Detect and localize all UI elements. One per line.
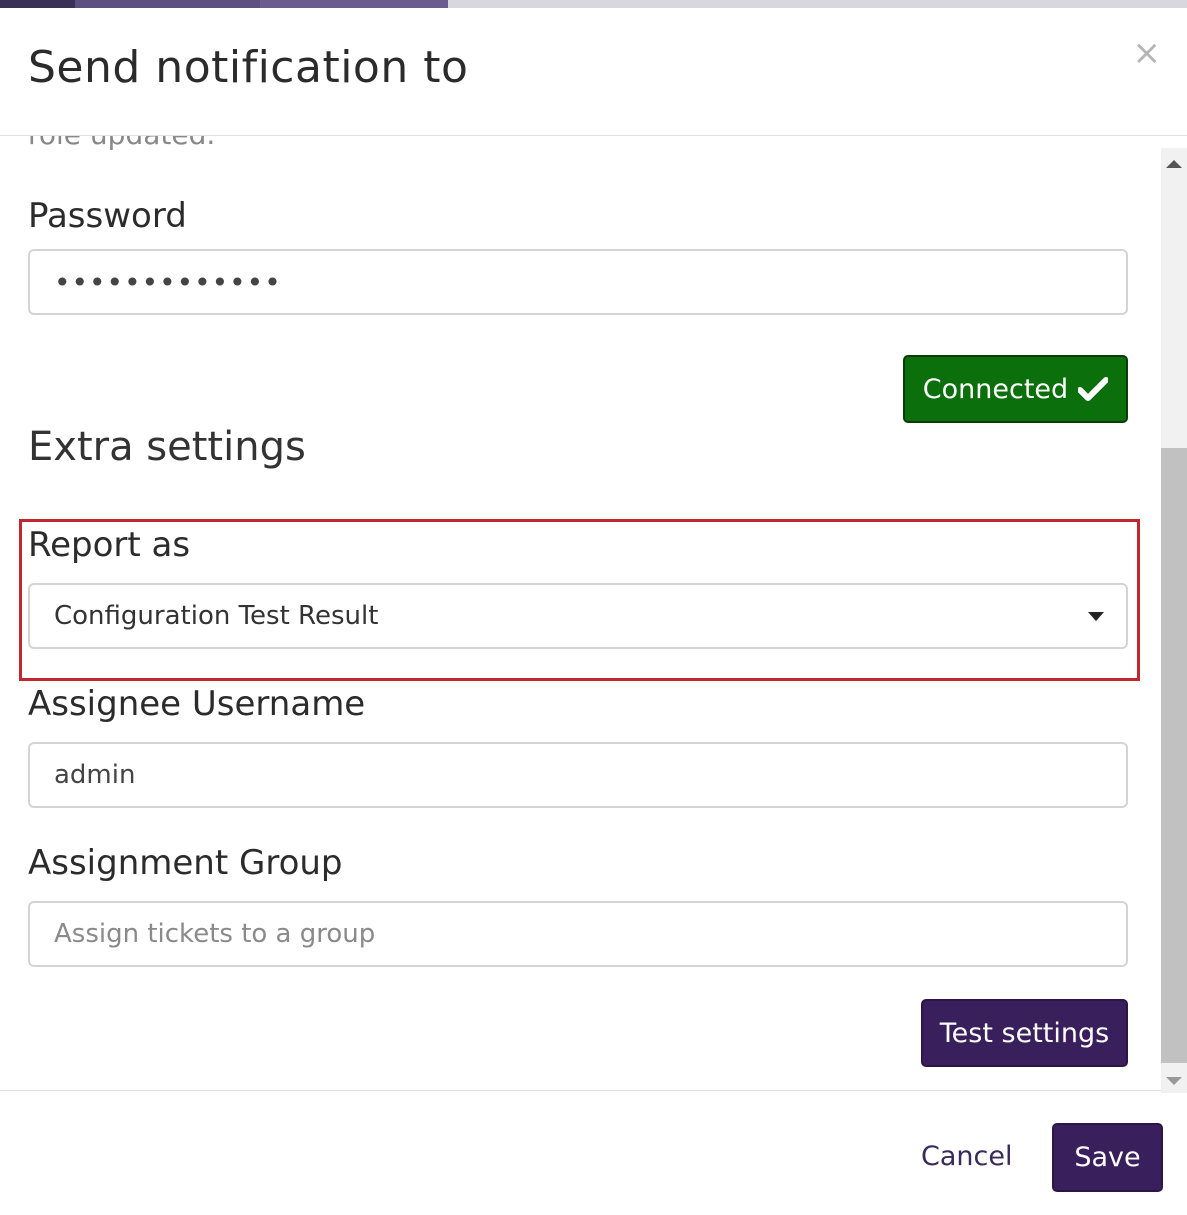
cancel-button[interactable]: Cancel bbox=[921, 1141, 1012, 1172]
report-as-select[interactable]: Configuration Test Result bbox=[28, 583, 1128, 649]
assignment-group-field[interactable]: Assign tickets to a group bbox=[28, 901, 1128, 967]
assignee-username-value: admin bbox=[54, 760, 136, 790]
password-value: ••••••••••••• bbox=[54, 265, 282, 299]
modal-body: role updated. Password ••••••••••••• Con… bbox=[0, 136, 1187, 1090]
chevron-down-icon bbox=[1088, 612, 1104, 621]
save-button[interactable]: Save bbox=[1052, 1123, 1163, 1192]
notification-modal: Send notification to × role updated. Pas… bbox=[0, 8, 1187, 1215]
password-field[interactable]: ••••••••••••• bbox=[28, 249, 1128, 315]
connected-button[interactable]: Connected bbox=[903, 355, 1128, 423]
checkmark-icon bbox=[1078, 377, 1109, 401]
scroll-up-icon[interactable] bbox=[1166, 160, 1182, 168]
cut-off-text: role updated. bbox=[28, 136, 215, 151]
scroll-down-icon[interactable] bbox=[1166, 1077, 1182, 1085]
close-icon[interactable]: × bbox=[1133, 36, 1162, 70]
assignee-username-field[interactable]: admin bbox=[28, 742, 1128, 808]
assignment-group-label: Assignment Group bbox=[28, 843, 343, 883]
modal-header: Send notification to × bbox=[0, 8, 1187, 136]
assignee-username-label: Assignee Username bbox=[28, 684, 366, 724]
connected-button-label: Connected bbox=[922, 373, 1069, 405]
extra-settings-title: Extra settings bbox=[28, 424, 306, 470]
modal-footer: Cancel Save bbox=[0, 1090, 1187, 1215]
report-as-label: Report as bbox=[28, 525, 191, 565]
test-settings-button[interactable]: Test settings bbox=[921, 999, 1128, 1067]
scroll-thumb[interactable] bbox=[1161, 448, 1187, 1063]
assignment-group-placeholder: Assign tickets to a group bbox=[54, 919, 376, 949]
password-label: Password bbox=[28, 196, 187, 236]
modal-title: Send notification to bbox=[28, 42, 469, 93]
report-as-value: Configuration Test Result bbox=[54, 601, 379, 631]
scrollbar[interactable] bbox=[1161, 148, 1187, 1093]
